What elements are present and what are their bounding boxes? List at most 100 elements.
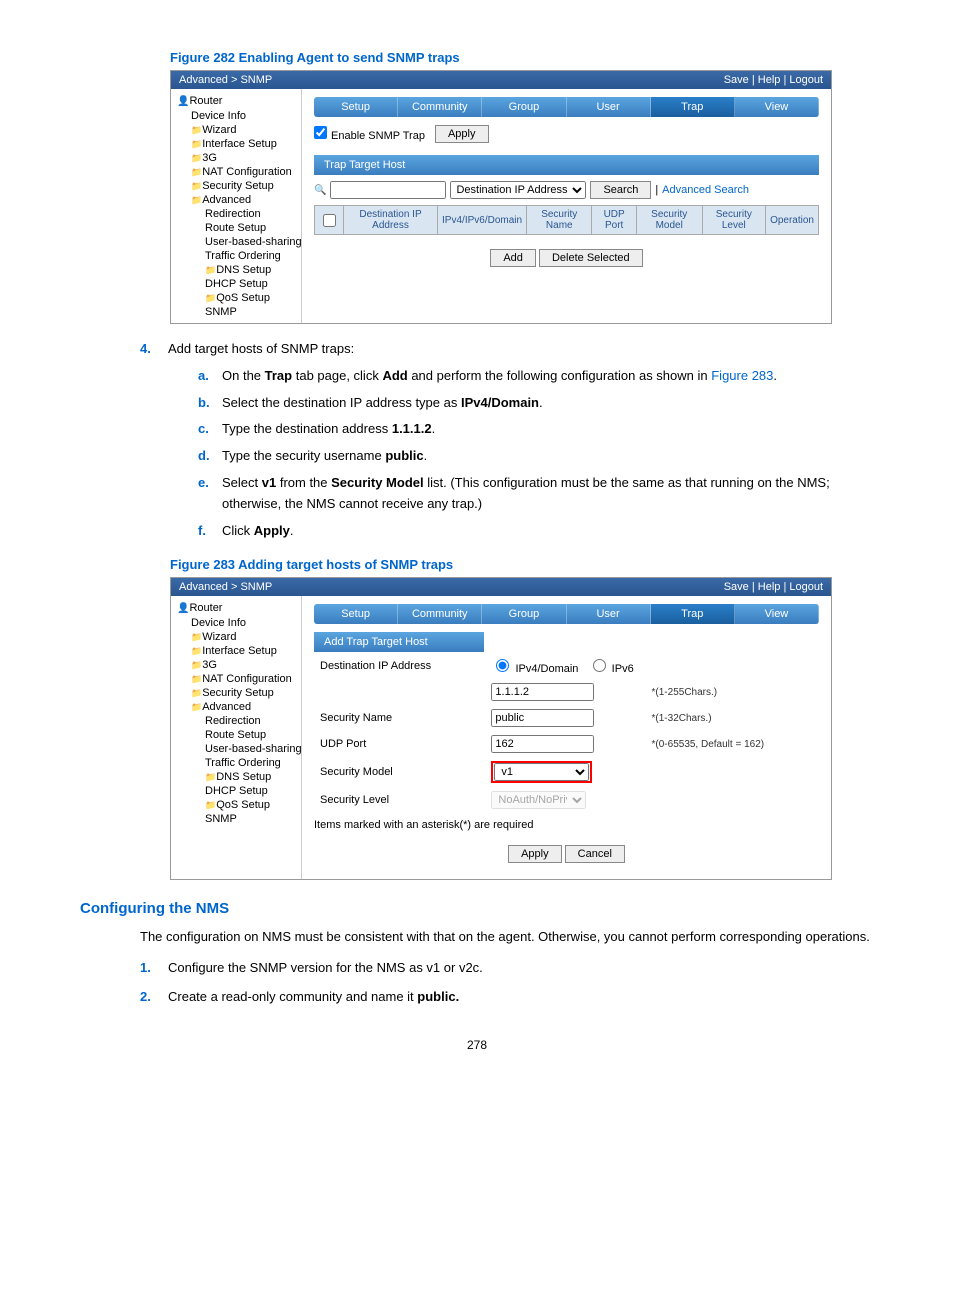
search-icon — [314, 184, 326, 196]
sidebar-item-3g[interactable]: 3G — [171, 658, 301, 672]
tab-row: Setup Community Group User Trap View — [314, 604, 819, 624]
sidebar-item-advanced[interactable]: Advanced — [171, 700, 301, 714]
sidebar-sub-dhcp[interactable]: DHCP Setup — [171, 277, 301, 291]
model-select[interactable]: v1 — [494, 763, 589, 781]
tab-trap[interactable]: Trap — [651, 604, 735, 624]
sub-f: f. — [198, 521, 222, 542]
tab-view[interactable]: View — [735, 604, 819, 624]
folder-icon — [191, 631, 202, 643]
tree-root[interactable]: Router — [171, 93, 301, 109]
sidebar: Router Device Info Wizard Interface Setu… — [171, 596, 302, 879]
trap-table: Destination IP Address IPv4/IPv6/Domain … — [314, 205, 819, 235]
folder-icon — [191, 124, 202, 136]
sidebar-sub-qos[interactable]: QoS Setup — [171, 291, 301, 305]
tab-group[interactable]: Group — [482, 97, 566, 117]
sidebar-sub-snmp[interactable]: SNMP — [171, 812, 301, 826]
select-all-checkbox[interactable] — [323, 214, 336, 227]
sidebar-sub-dns[interactable]: DNS Setup — [171, 263, 301, 277]
secname-hint: *(1-32Chars.) — [646, 705, 819, 731]
cancel-button[interactable]: Cancel — [565, 845, 625, 863]
sidebar-item-security[interactable]: Security Setup — [171, 179, 301, 193]
sidebar-sub-route[interactable]: Route Setup — [171, 221, 301, 235]
enable-snmp-trap-checkbox[interactable] — [314, 126, 327, 139]
page-number: 278 — [80, 1038, 874, 1052]
search-input[interactable] — [330, 181, 446, 199]
sidebar-item-wizard[interactable]: Wizard — [171, 123, 301, 137]
tab-group[interactable]: Group — [482, 604, 566, 624]
tab-setup[interactable]: Setup — [314, 97, 398, 117]
user-icon — [177, 95, 189, 107]
tab-user[interactable]: User — [567, 604, 651, 624]
nms-step-1-text: Configure the SNMP version for the NMS a… — [168, 958, 483, 979]
radio-ipv4[interactable]: IPv4/Domain — [491, 663, 578, 675]
tab-community[interactable]: Community — [398, 604, 482, 624]
level-select: NoAuth/NoPriv — [491, 791, 586, 809]
sidebar-item-device-info[interactable]: Device Info — [171, 616, 301, 630]
apply-button[interactable]: Apply — [435, 125, 489, 143]
sidebar-item-advanced[interactable]: Advanced — [171, 193, 301, 207]
sub-d: d. — [198, 446, 222, 467]
folder-icon — [191, 659, 202, 671]
folder-icon — [191, 138, 202, 150]
sidebar-sub-traffic[interactable]: Traffic Ordering — [171, 249, 301, 263]
radio-ipv6[interactable]: IPv6 — [588, 663, 634, 675]
sidebar-sub-qos[interactable]: QoS Setup — [171, 798, 301, 812]
label-model: Security Model — [314, 757, 485, 787]
tab-community[interactable]: Community — [398, 97, 482, 117]
destip-hint: *(1-255Chars.) — [646, 679, 819, 705]
sidebar-sub-traffic[interactable]: Traffic Ordering — [171, 756, 301, 770]
nms-intro: The configuration on NMS must be consist… — [140, 927, 874, 948]
tab-setup[interactable]: Setup — [314, 604, 398, 624]
sidebar-sub-redirection[interactable]: Redirection — [171, 207, 301, 221]
sidebar-sub-dns[interactable]: DNS Setup — [171, 770, 301, 784]
step-4-num: 4. — [140, 339, 168, 547]
advanced-search-link[interactable]: Advanced Search — [662, 184, 749, 196]
search-button[interactable]: Search — [590, 181, 651, 199]
secname-input[interactable] — [491, 709, 594, 727]
tab-user[interactable]: User — [567, 97, 651, 117]
th-model: Security Model — [636, 206, 702, 235]
folder-icon — [205, 799, 216, 811]
search-field-select[interactable]: Destination IP Address — [450, 181, 586, 199]
sub-a: a. — [198, 366, 222, 387]
sidebar-sub-redirection[interactable]: Redirection — [171, 714, 301, 728]
sidebar-sub-route[interactable]: Route Setup — [171, 728, 301, 742]
sidebar-item-wizard[interactable]: Wizard — [171, 630, 301, 644]
sidebar-item-interface[interactable]: Interface Setup — [171, 137, 301, 151]
panel-header: Add Trap Target Host — [314, 632, 484, 652]
header-links[interactable]: Save | Help | Logout — [724, 581, 823, 593]
sidebar-item-security[interactable]: Security Setup — [171, 686, 301, 700]
sidebar-sub-snmp[interactable]: SNMP — [171, 305, 301, 319]
screenshot-283: Advanced > SNMP Save | Help | Logout Rou… — [170, 577, 832, 880]
sidebar-item-3g[interactable]: 3G — [171, 151, 301, 165]
sub-b: b. — [198, 393, 222, 414]
sidebar: Router Device Info Wizard Interface Setu… — [171, 89, 302, 323]
enable-snmp-trap-label[interactable]: Enable SNMP Trap — [314, 126, 425, 142]
th-op: Operation — [766, 206, 819, 235]
apply-button[interactable]: Apply — [508, 845, 562, 863]
sidebar-sub-dhcp[interactable]: DHCP Setup — [171, 784, 301, 798]
sidebar-item-nat[interactable]: NAT Configuration — [171, 672, 301, 686]
tab-trap[interactable]: Trap — [651, 97, 735, 117]
add-button[interactable]: Add — [490, 249, 536, 267]
th-udp: UDP Port — [592, 206, 636, 235]
tab-view[interactable]: View — [735, 97, 819, 117]
label-destip: Destination IP Address — [314, 652, 485, 679]
nms-step-2-num: 2. — [140, 987, 168, 1008]
sidebar-item-nat[interactable]: NAT Configuration — [171, 165, 301, 179]
screenshot-282: Advanced > SNMP Save | Help | Logout Rou… — [170, 70, 832, 324]
figure-283-link[interactable]: Figure 283 — [711, 368, 773, 383]
destip-input[interactable] — [491, 683, 594, 701]
sidebar-sub-usershare[interactable]: User-based-sharing — [171, 742, 301, 756]
nms-heading: Configuring the NMS — [80, 900, 874, 917]
delete-selected-button[interactable]: Delete Selected — [539, 249, 643, 267]
th-domain: IPv4/IPv6/Domain — [438, 206, 527, 235]
th-check[interactable] — [315, 206, 344, 235]
tree-root[interactable]: Router — [171, 600, 301, 616]
header-links[interactable]: Save | Help | Logout — [724, 74, 823, 86]
udp-input[interactable] — [491, 735, 594, 753]
sidebar-item-interface[interactable]: Interface Setup — [171, 644, 301, 658]
sidebar-sub-usershare[interactable]: User-based-sharing — [171, 235, 301, 249]
folder-icon — [205, 264, 216, 276]
sidebar-item-device-info[interactable]: Device Info — [171, 109, 301, 123]
